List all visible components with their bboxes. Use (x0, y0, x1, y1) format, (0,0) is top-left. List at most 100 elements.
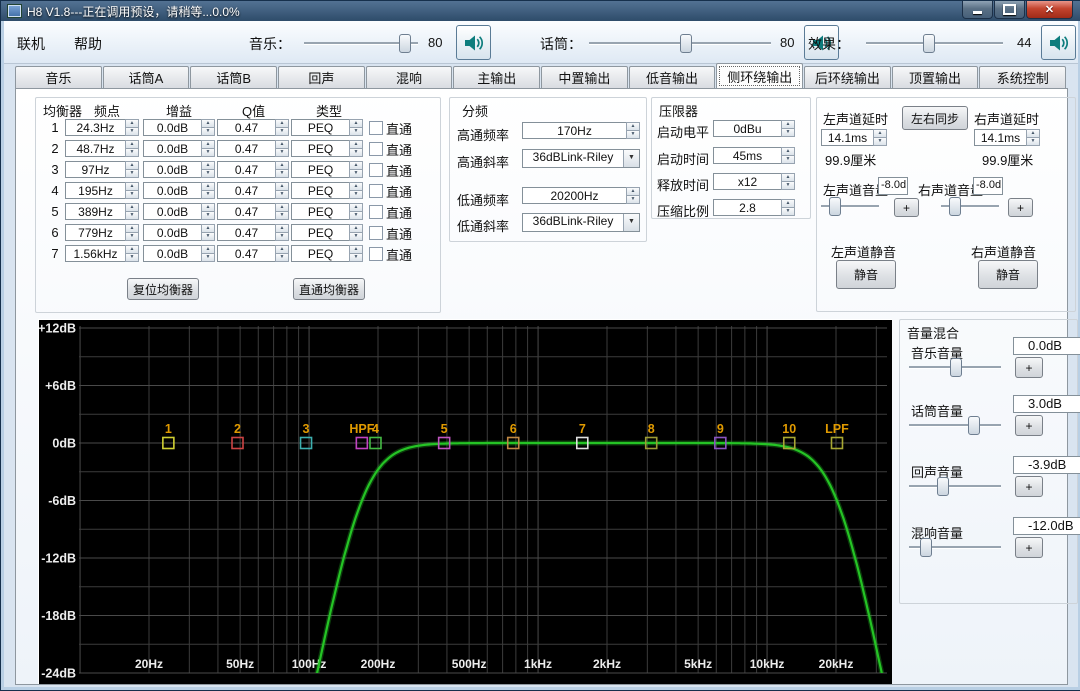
reverb-mix-value[interactable]: -12.0dB (1013, 517, 1080, 535)
spin-down-icon[interactable]: ▼ (125, 253, 139, 262)
music-mix-plus-button[interactable]: + (1015, 357, 1043, 378)
reverb-mix-plus-button[interactable]: + (1015, 537, 1043, 558)
left-volume-slider[interactable] (821, 197, 879, 216)
eq-q-spinner-3[interactable]: 0.47 ▲ ▼ (217, 161, 289, 178)
spin-down-icon[interactable]: ▼ (349, 232, 363, 241)
limiter-release-spinner[interactable]: x12 ▲ ▼ (713, 173, 795, 190)
eq-bypass-checkbox-4[interactable] (369, 184, 383, 198)
tab-话筒A[interactable]: 话筒A (102, 66, 190, 89)
right-volume-plus-button[interactable]: + (1008, 198, 1033, 217)
spin-up-icon[interactable]: ▲ (349, 182, 363, 190)
eq-type-spinner-7[interactable]: PEQ ▲ ▼ (291, 245, 363, 262)
slider-thumb[interactable] (919, 538, 932, 557)
eq-q-spinner-7[interactable]: 0.47 ▲ ▼ (217, 245, 289, 262)
spin-up-icon[interactable]: ▲ (626, 122, 640, 130)
mic-mix-value[interactable]: 3.0dB (1013, 395, 1080, 413)
right-mute-button[interactable]: 静音 (978, 260, 1038, 289)
spin-up-icon[interactable]: ▲ (201, 182, 215, 190)
spin-up-icon[interactable]: ▲ (873, 129, 887, 137)
spin-up-icon[interactable]: ▲ (125, 119, 139, 127)
left-volume-value[interactable]: -8.0dB (878, 177, 908, 195)
eq-bypass-checkbox-6[interactable] (369, 226, 383, 240)
right-volume-value[interactable]: -8.0dB (973, 177, 1003, 195)
spin-up-icon[interactable]: ▲ (781, 147, 795, 155)
eq-freq-spinner-2[interactable]: 48.7Hz ▲ ▼ (65, 140, 139, 157)
eq-q-spinner-6[interactable]: 0.47 ▲ ▼ (217, 224, 289, 241)
right-volume-slider[interactable] (941, 197, 999, 216)
eq-bypass-checkbox-2[interactable] (369, 142, 383, 156)
limiter-attack-spinner[interactable]: 45ms ▲ ▼ (713, 147, 795, 164)
tab-后环绕输出[interactable]: 后环绕输出 (804, 66, 891, 89)
spin-down-icon[interactable]: ▼ (275, 169, 289, 178)
spin-down-icon[interactable]: ▼ (349, 148, 363, 157)
spin-up-icon[interactable]: ▲ (275, 140, 289, 148)
spin-up-icon[interactable]: ▲ (275, 161, 289, 169)
spin-up-icon[interactable]: ▲ (349, 140, 363, 148)
spin-up-icon[interactable]: ▲ (125, 161, 139, 169)
spin-up-icon[interactable]: ▲ (349, 224, 363, 232)
mic-mix-slider[interactable] (909, 416, 1001, 435)
left-volume-plus-button[interactable]: + (894, 198, 919, 217)
close-button[interactable]: ✕ (1026, 1, 1073, 19)
eq-type-spinner-5[interactable]: PEQ ▲ ▼ (291, 203, 363, 220)
tab-音乐[interactable]: 音乐 (15, 66, 102, 89)
eq-gain-spinner-3[interactable]: 0.0dB ▲ ▼ (143, 161, 215, 178)
eq-gain-spinner-2[interactable]: 0.0dB ▲ ▼ (143, 140, 215, 157)
spin-up-icon[interactable]: ▲ (201, 203, 215, 211)
eq-q-spinner-2[interactable]: 0.47 ▲ ▼ (217, 140, 289, 157)
tab-混响[interactable]: 混响 (365, 66, 453, 89)
slider-thumb[interactable] (922, 34, 935, 53)
echo-mix-value[interactable]: -3.9dB (1013, 456, 1080, 474)
eq-q-spinner-4[interactable]: 0.47 ▲ ▼ (217, 182, 289, 199)
tab-话筒B[interactable]: 话筒B (190, 66, 278, 89)
spin-down-icon[interactable]: ▼ (349, 211, 363, 220)
spin-up-icon[interactable]: ▲ (349, 203, 363, 211)
spin-down-icon[interactable]: ▼ (275, 148, 289, 157)
spin-down-icon[interactable]: ▼ (125, 148, 139, 157)
right-delay-spinner[interactable]: 14.1ms ▲ ▼ (974, 129, 1040, 146)
eq-gain-spinner-1[interactable]: 0.0dB ▲ ▼ (143, 119, 215, 136)
spin-up-icon[interactable]: ▲ (275, 203, 289, 211)
hpf-freq-spinner[interactable]: 170Hz ▲ ▼ (522, 122, 640, 139)
eq-type-spinner-3[interactable]: PEQ ▲ ▼ (291, 161, 363, 178)
spin-down-icon[interactable]: ▼ (781, 181, 795, 190)
echo-mix-plus-button[interactable]: + (1015, 476, 1043, 497)
spin-down-icon[interactable]: ▼ (201, 211, 215, 220)
spin-up-icon[interactable]: ▲ (125, 140, 139, 148)
slider-thumb[interactable] (950, 358, 962, 377)
eq-q-spinner-5[interactable]: 0.47 ▲ ▼ (217, 203, 289, 220)
slider-thumb[interactable] (680, 34, 693, 53)
eq-bypass-button[interactable]: 直通均衡器 (293, 278, 365, 300)
eq-reset-button[interactable]: 复位均衡器 (127, 278, 199, 300)
spin-down-icon[interactable]: ▼ (781, 207, 795, 216)
menu-item-connect[interactable]: 联机 (17, 34, 45, 54)
tab-中置输出[interactable]: 中置输出 (541, 66, 628, 89)
eq-type-spinner-4[interactable]: PEQ ▲ ▼ (291, 182, 363, 199)
spin-down-icon[interactable]: ▼ (125, 127, 139, 136)
tab-顶置输出[interactable]: 顶置输出 (891, 66, 979, 89)
tab-回声[interactable]: 回声 (278, 66, 365, 89)
spin-down-icon[interactable]: ▼ (201, 148, 215, 157)
eq-freq-spinner-7[interactable]: 1.56kHz ▲ ▼ (65, 245, 139, 262)
left-mute-button[interactable]: 静音 (836, 260, 896, 289)
spin-up-icon[interactable]: ▲ (781, 199, 795, 207)
music-mix-slider[interactable] (909, 358, 1001, 377)
spin-down-icon[interactable]: ▼ (201, 232, 215, 241)
slider-thumb[interactable] (948, 197, 961, 216)
music-speaker-button[interactable] (456, 25, 491, 60)
spin-down-icon[interactable]: ▼ (125, 211, 139, 220)
eq-q-spinner-1[interactable]: 0.47 ▲ ▼ (217, 119, 289, 136)
spin-down-icon[interactable]: ▼ (201, 190, 215, 199)
spin-down-icon[interactable]: ▼ (275, 253, 289, 262)
effect-speaker-button[interactable] (1041, 25, 1076, 60)
tab-系统控制[interactable]: 系统控制 (979, 66, 1067, 89)
left-delay-spinner[interactable]: 14.1ms ▲ ▼ (821, 129, 887, 146)
reverb-mix-slider[interactable] (909, 538, 1001, 557)
eq-type-spinner-6[interactable]: PEQ ▲ ▼ (291, 224, 363, 241)
tab-侧环绕输出[interactable]: 侧环绕输出 (716, 63, 804, 89)
spin-up-icon[interactable]: ▲ (125, 182, 139, 190)
spin-down-icon[interactable]: ▼ (781, 128, 795, 137)
spin-up-icon[interactable]: ▲ (125, 245, 139, 253)
spin-up-icon[interactable]: ▲ (1026, 129, 1040, 137)
menu-item-help[interactable]: 帮助 (74, 34, 102, 54)
